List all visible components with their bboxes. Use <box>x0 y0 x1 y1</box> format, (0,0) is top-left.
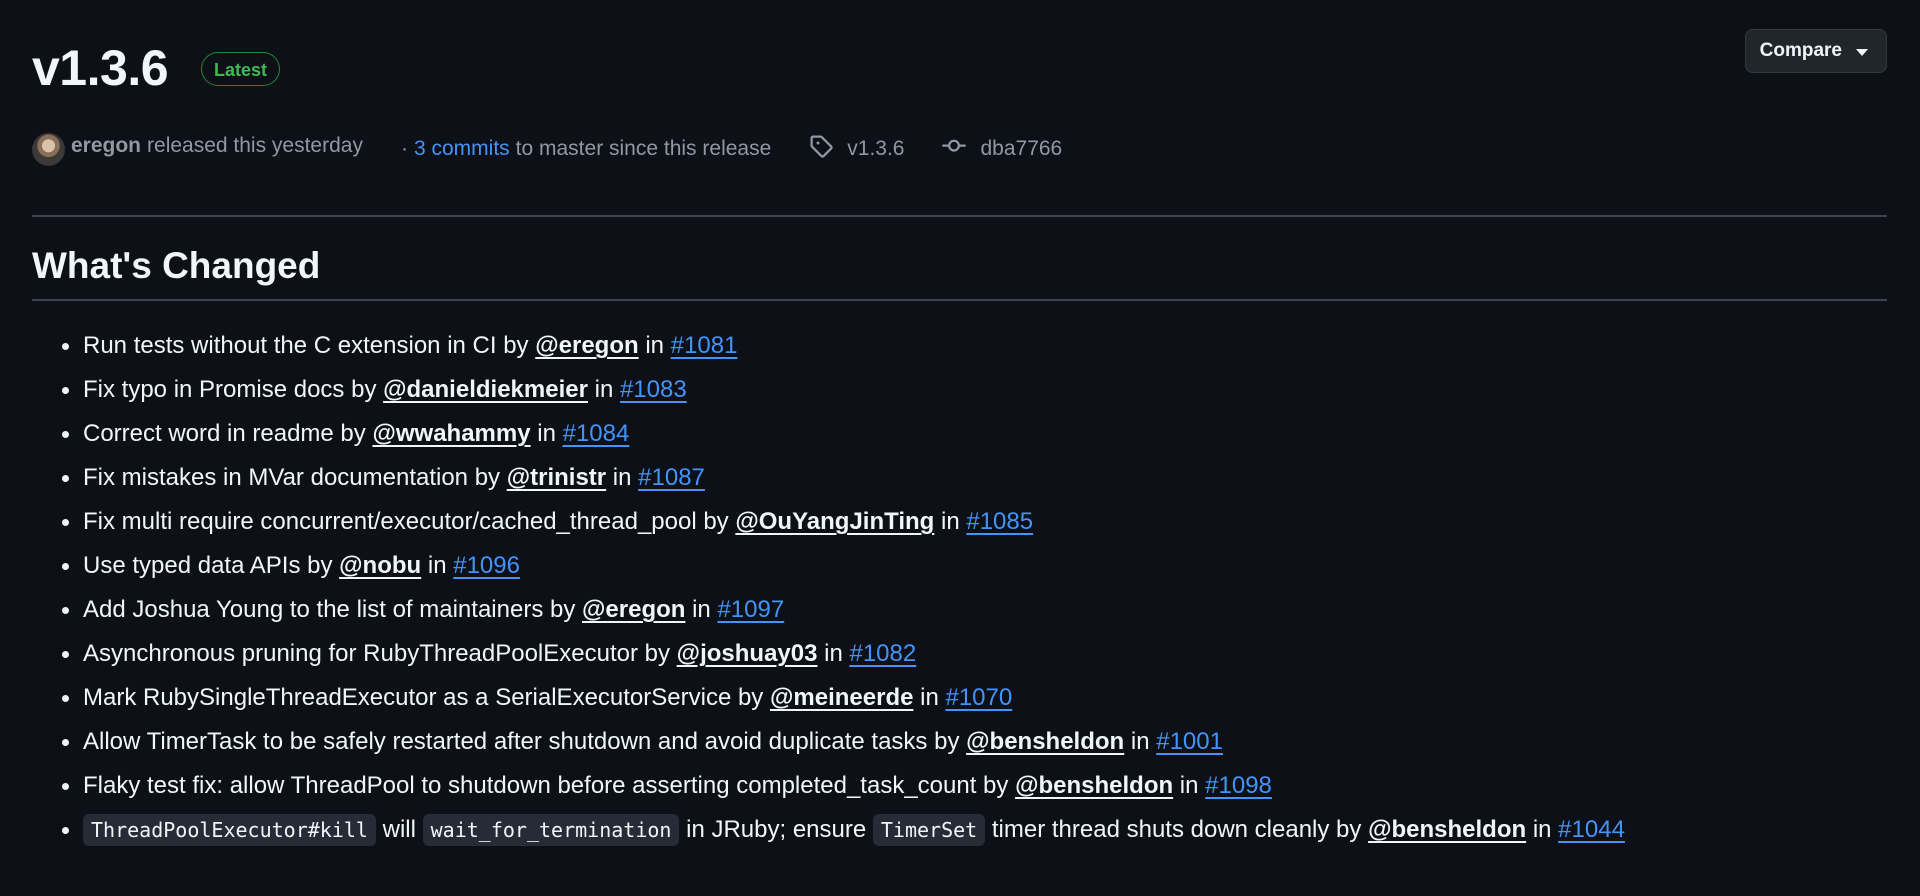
user-link[interactable]: @joshuay03 <box>677 640 818 667</box>
list-item: Allow TimerTask to be safely restarted a… <box>62 722 1625 766</box>
change-text: Flaky test fix: allow ThreadPool to shut… <box>83 772 1016 799</box>
in-text: in <box>638 332 671 359</box>
user-link[interactable]: @eregon <box>582 596 685 623</box>
divider <box>32 299 1887 301</box>
list-item: Run tests without the C extension in CI … <box>62 326 1625 370</box>
tag-icon <box>809 134 833 164</box>
change-text: Mark RubySingleThreadExecutor as a Seria… <box>83 684 770 711</box>
change-text: Fix multi require concurrent/executor/ca… <box>83 508 736 535</box>
user-link[interactable]: @danieldiekmeier <box>383 376 588 403</box>
change-text: will <box>375 816 423 843</box>
user-link[interactable]: @wwahammy <box>372 420 530 447</box>
user-link[interactable]: @bensheldon <box>1015 772 1173 799</box>
in-text: in <box>530 420 563 447</box>
compare-label: Compare <box>1759 40 1842 61</box>
in-text: in <box>817 640 850 667</box>
change-text: in JRuby; ensure <box>679 816 873 843</box>
pr-link[interactable]: #1085 <box>966 508 1033 535</box>
in-text: in <box>587 376 620 403</box>
change-text: Asynchronous pruning for RubyThreadPoolE… <box>83 640 677 667</box>
user-link[interactable]: @eregon <box>535 332 638 359</box>
commit-link[interactable]: dba7766 <box>980 137 1062 161</box>
latest-badge: Latest <box>201 52 281 86</box>
user-link[interactable]: @trinistr <box>507 464 606 491</box>
pr-link[interactable]: #1081 <box>671 332 738 359</box>
in-text: in <box>1173 772 1206 799</box>
in-text: in <box>913 684 946 711</box>
pr-link[interactable]: #1087 <box>638 464 705 491</box>
release-meta: eregon released this yesterday · 3 commi… <box>32 131 1062 167</box>
list-item: Add Joshua Young to the list of maintain… <box>62 590 1625 634</box>
change-text: timer thread shuts down cleanly by <box>985 816 1369 843</box>
pr-link[interactable]: #1084 <box>563 420 630 447</box>
user-link[interactable]: @nobu <box>339 552 421 579</box>
avatar[interactable] <box>32 132 65 166</box>
inline-code: wait_for_termination <box>422 814 680 846</box>
inline-code: TimerSet <box>872 814 986 846</box>
list-item: Fix mistakes in MVar documentation by @t… <box>62 458 1625 502</box>
in-text: in <box>606 464 639 491</box>
inline-code: ThreadPoolExecutor#kill <box>83 814 376 846</box>
changes-list: Run tests without the C extension in CI … <box>62 326 1625 854</box>
list-item: Asynchronous pruning for RubyThreadPoolE… <box>62 634 1625 678</box>
author-link[interactable]: eregon <box>71 134 141 158</box>
pr-link[interactable]: #1098 <box>1205 772 1272 799</box>
pr-link[interactable]: #1044 <box>1558 816 1625 843</box>
pr-link[interactable]: #1001 <box>1156 728 1223 755</box>
user-link[interactable]: @bensheldon <box>966 728 1124 755</box>
released-text: released this yesterday <box>147 134 363 157</box>
pr-link[interactable]: #1097 <box>717 596 784 623</box>
list-item: Mark RubySingleThreadExecutor as a Seria… <box>62 678 1625 722</box>
user-link[interactable]: @bensheldon <box>1368 816 1526 843</box>
in-text: in <box>1124 728 1157 755</box>
list-item: Flaky test fix: allow ThreadPool to shut… <box>62 766 1625 810</box>
change-text: Run tests without the C extension in CI … <box>83 332 536 359</box>
user-link[interactable]: @meineerde <box>770 684 913 711</box>
git-commit-icon <box>942 134 967 164</box>
list-item: Fix typo in Promise docs by @danieldiekm… <box>62 370 1625 414</box>
in-text: in <box>685 596 718 623</box>
change-text: Fix typo in Promise docs by <box>83 376 384 403</box>
in-text: in <box>1526 816 1559 843</box>
in-text: in <box>421 552 454 579</box>
divider <box>32 215 1887 217</box>
commits-link[interactable]: 3 commits <box>414 137 510 161</box>
change-text: Fix mistakes in MVar documentation by <box>83 464 507 491</box>
list-item: Fix multi require concurrent/executor/ca… <box>62 502 1625 546</box>
pr-link[interactable]: #1070 <box>945 684 1012 711</box>
separator: · <box>400 137 408 160</box>
pr-link[interactable]: #1082 <box>849 640 916 667</box>
change-text: Allow TimerTask to be safely restarted a… <box>83 728 967 755</box>
list-item: ThreadPoolExecutor#kill will wait_for_te… <box>62 810 1625 854</box>
change-text: Use typed data APIs by <box>83 552 340 579</box>
tag-link[interactable]: v1.3.6 <box>847 137 904 161</box>
change-text: Correct word in readme by <box>83 420 373 447</box>
change-text: Add Joshua Young to the list of maintain… <box>83 596 582 623</box>
pr-link[interactable]: #1096 <box>453 552 520 579</box>
since-text: to master since this release <box>515 137 772 160</box>
user-link[interactable]: @OuYangJinTing <box>735 508 934 535</box>
section-heading: What's Changed <box>32 245 321 286</box>
list-item: Correct word in readme by @wwahammy in #… <box>62 414 1625 458</box>
in-text: in <box>934 508 967 535</box>
list-item: Use typed data APIs by @nobu in #1096 <box>62 546 1625 590</box>
compare-button[interactable]: Compare <box>1744 29 1887 73</box>
triangle-down-icon <box>1856 48 1868 56</box>
release-title: v1.3.6 <box>32 40 169 96</box>
pr-link[interactable]: #1083 <box>620 376 687 403</box>
